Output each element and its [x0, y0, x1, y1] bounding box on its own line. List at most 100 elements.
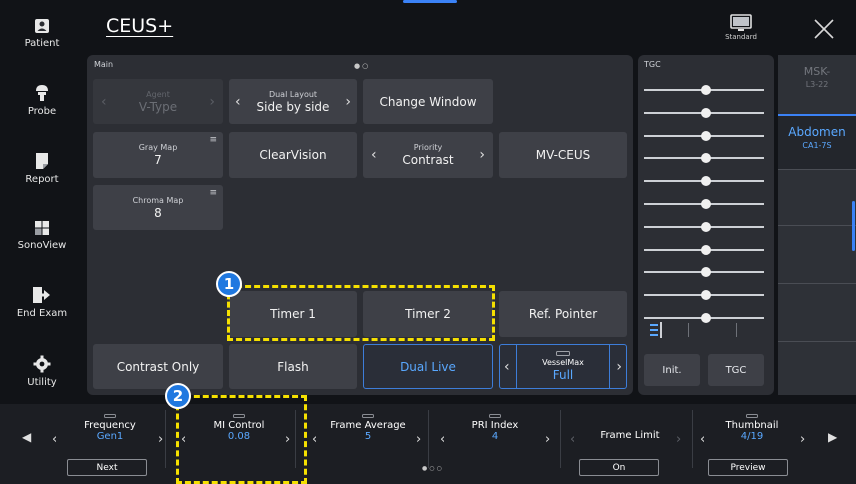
pri-index-control[interactable]: PRI Index 4: [458, 414, 532, 442]
tgc-slider-knob[interactable]: [701, 221, 711, 232]
main-control-panel: Main ●○ ‹ Agent V-Type › ‹ Dual Layout S…: [87, 55, 633, 395]
knob-indicator-icon: [556, 351, 570, 356]
vesselmax-caption: VesselMax: [542, 358, 584, 367]
frame-limit-prev-arrow[interactable]: ‹: [570, 432, 575, 447]
change-window-button[interactable]: Change Window: [363, 79, 493, 124]
sidebar-label-utility: Utility: [27, 377, 57, 388]
tgc-panel-label: TGC: [644, 60, 661, 69]
ref-pointer-button[interactable]: Ref. Pointer: [499, 291, 627, 337]
contrast-only-button[interactable]: Contrast Only: [93, 344, 223, 389]
chroma-map-button[interactable]: ≡ Chroma Map 8: [93, 185, 223, 230]
bottom-page-next-button[interactable]: ▶: [828, 430, 837, 444]
frame-average-next-arrow[interactable]: ›: [416, 432, 421, 447]
vesselmax-next-arrow[interactable]: ›: [616, 359, 622, 375]
priority-prev-arrow[interactable]: ‹: [371, 147, 377, 163]
dual-live-button[interactable]: Dual Live: [363, 344, 493, 389]
gray-map-caption: Gray Map: [138, 143, 178, 152]
sidebar-label-sonoview: SonoView: [17, 240, 67, 251]
frequency-next-button[interactable]: Next: [67, 459, 147, 476]
tgc-panel: TGC Init. TGC: [638, 55, 774, 395]
frequency-prev-arrow[interactable]: ‹: [52, 432, 57, 447]
frame-limit-control[interactable]: Frame Limit: [584, 430, 676, 441]
priority-caption: Priority: [413, 143, 443, 152]
dual-layout-button[interactable]: ‹ Dual Layout Side by side ›: [229, 79, 357, 124]
frame-average-prev-arrow[interactable]: ‹: [312, 432, 317, 447]
clearvision-label: ClearVision: [259, 148, 327, 162]
sidebar-item-probe[interactable]: Probe: [0, 84, 84, 117]
sidebar-label-report: Report: [25, 174, 59, 185]
tgc-curve-indicator: [650, 322, 737, 338]
frequency-next-arrow[interactable]: ›: [158, 432, 163, 447]
tgc-slider-knob[interactable]: [701, 153, 711, 164]
dual-layout-next-arrow[interactable]: ›: [345, 94, 351, 110]
thumbnail-next-arrow[interactable]: ›: [800, 432, 805, 447]
frame-limit-on-button[interactable]: On: [579, 459, 659, 476]
vesselmax-prev-arrow[interactable]: ‹: [504, 359, 510, 375]
sidebar-item-end-exam[interactable]: End Exam: [0, 286, 84, 319]
sidebar-item-report[interactable]: Report: [0, 152, 84, 185]
thumbnail-prev-arrow[interactable]: ‹: [700, 432, 705, 447]
tgc-mode-button[interactable]: TGC: [708, 354, 764, 386]
probe-divider: [778, 225, 856, 226]
bottom-page-dots: ●○○: [422, 465, 444, 472]
vesselmax-button[interactable]: ‹ VesselMax Full ›: [499, 344, 627, 389]
thumbnail-preview-button[interactable]: Preview: [708, 459, 788, 476]
frame-average-control[interactable]: Frame Average 5: [326, 414, 410, 442]
close-button[interactable]: [812, 17, 836, 41]
tgc-slider-knob[interactable]: [701, 107, 711, 118]
bottom-separator: [560, 410, 561, 468]
pri-index-next-arrow[interactable]: ›: [545, 432, 550, 447]
priority-value: Contrast: [402, 153, 454, 167]
change-window-label: Change Window: [379, 94, 477, 109]
agent-value: V-Type: [138, 99, 178, 114]
clearvision-button[interactable]: ClearVision: [229, 132, 357, 178]
probe-list-scrollbar[interactable]: [852, 201, 855, 251]
preset-standard-button[interactable]: Standard: [724, 14, 758, 41]
sidebar-item-patient[interactable]: Patient: [0, 18, 84, 49]
pri-index-prev-arrow[interactable]: ‹: [440, 432, 445, 447]
frequency-control[interactable]: Frequency Gen1: [74, 414, 146, 442]
priority-button[interactable]: ‹ Priority Contrast ›: [363, 132, 493, 178]
tgc-slider-knob[interactable]: [701, 290, 711, 301]
thumbnail-value: 4/19: [740, 431, 764, 442]
vesselmax-value: Full: [552, 368, 574, 382]
tgc-init-button[interactable]: Init.: [644, 354, 700, 386]
sonoview-icon: [35, 221, 49, 235]
preset-label: Standard: [725, 33, 757, 41]
probe-divider: [778, 169, 856, 170]
tgc-slider-knob[interactable]: [701, 199, 711, 209]
agent-next-arrow: ›: [209, 93, 215, 110]
flash-button[interactable]: Flash: [229, 344, 357, 389]
bottom-page-prev-button[interactable]: ◀: [22, 430, 31, 444]
tgc-slider-knob[interactable]: [701, 267, 711, 278]
agent-button[interactable]: ‹ Agent V-Type ›: [93, 79, 223, 124]
probe-model-abdomen: CA1-7S: [802, 141, 832, 150]
probe-item-msk[interactable]: MSK- L3-22: [778, 65, 856, 89]
page-title: CEUS+: [106, 15, 174, 37]
agent-prev-arrow: ‹: [101, 93, 107, 110]
sidebar-item-sonoview[interactable]: SonoView: [0, 220, 84, 251]
frame-limit-next-arrow[interactable]: ›: [676, 432, 681, 447]
tgc-slider-knob[interactable]: [701, 244, 711, 255]
dual-live-label: Dual Live: [400, 359, 456, 374]
end-exam-icon: [33, 287, 50, 303]
probe-name-msk: MSK-: [803, 65, 831, 78]
gray-map-value: 7: [154, 153, 162, 167]
dual-layout-prev-arrow[interactable]: ‹: [235, 94, 241, 110]
priority-next-arrow[interactable]: ›: [479, 147, 485, 163]
thumbnail-control[interactable]: Thumbnail 4/19: [712, 414, 792, 442]
mv-ceus-button[interactable]: MV-CEUS: [499, 132, 627, 178]
tgc-slider-knob[interactable]: [701, 176, 711, 187]
probe-name-abdomen: Abdomen: [788, 125, 846, 139]
knob-indicator-icon: [746, 414, 758, 418]
frame-average-label: Frame Average: [330, 420, 406, 431]
sidebar-item-utility[interactable]: Utility: [0, 355, 84, 388]
probe-item-abdomen[interactable]: Abdomen CA1-7S: [778, 114, 856, 169]
tgc-slider-knob[interactable]: [701, 130, 711, 141]
monitor-icon: [730, 14, 752, 31]
probe-divider: [778, 283, 856, 284]
gray-map-button[interactable]: ≡ Gray Map 7: [93, 132, 223, 178]
flash-label: Flash: [277, 359, 309, 374]
tgc-slider-knob[interactable]: [701, 85, 711, 95]
frequency-value: Gen1: [96, 431, 124, 442]
